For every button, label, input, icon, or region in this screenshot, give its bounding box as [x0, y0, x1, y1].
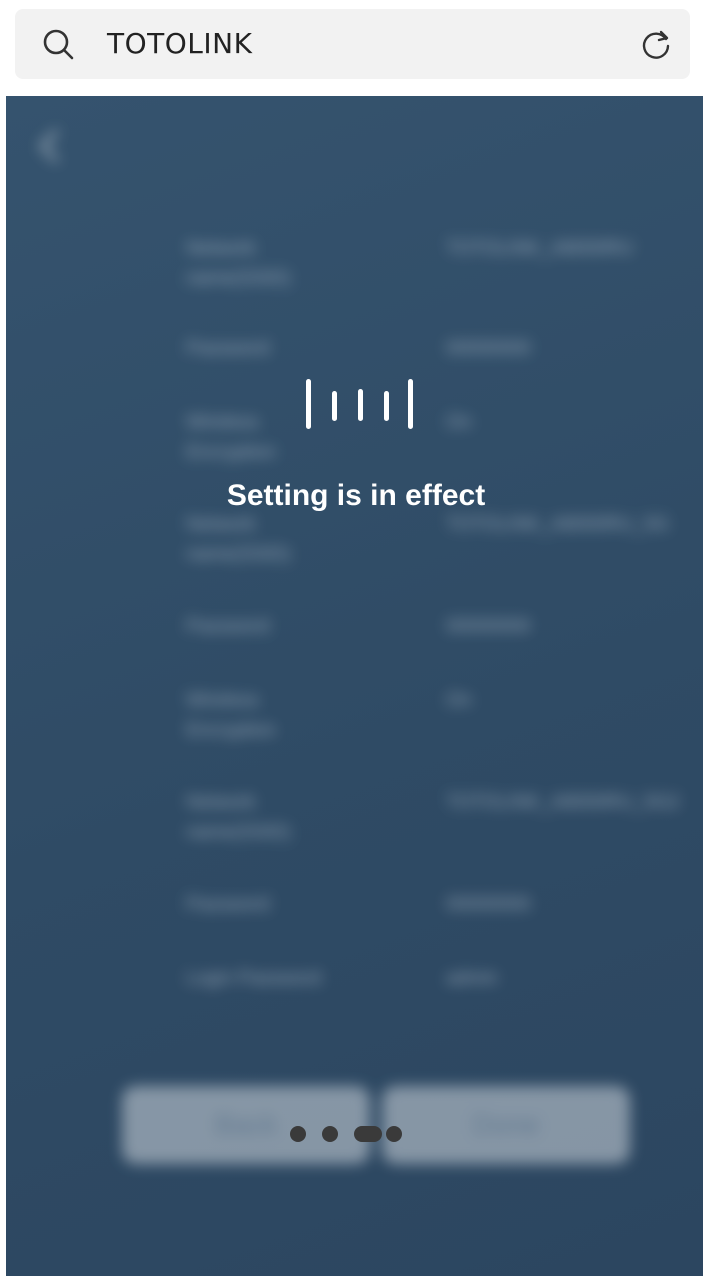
- loading-overlay: Setting is in effect: [6, 96, 703, 1276]
- app-screen: Network name(SSID) TOTOLINK_A8000RU Pass…: [6, 96, 703, 1276]
- search-box[interactable]: TOTOLINK: [15, 9, 690, 79]
- search-query-text[interactable]: TOTOLINK: [107, 27, 252, 61]
- search-icon[interactable]: [41, 27, 75, 61]
- refresh-icon[interactable]: [639, 27, 673, 61]
- page-indicator-dots: [282, 1126, 412, 1146]
- loading-bars-icon: [302, 379, 413, 431]
- loading-status-text: Setting is in effect: [226, 479, 486, 512]
- browser-top-bar: TOTOLINK: [0, 0, 703, 96]
